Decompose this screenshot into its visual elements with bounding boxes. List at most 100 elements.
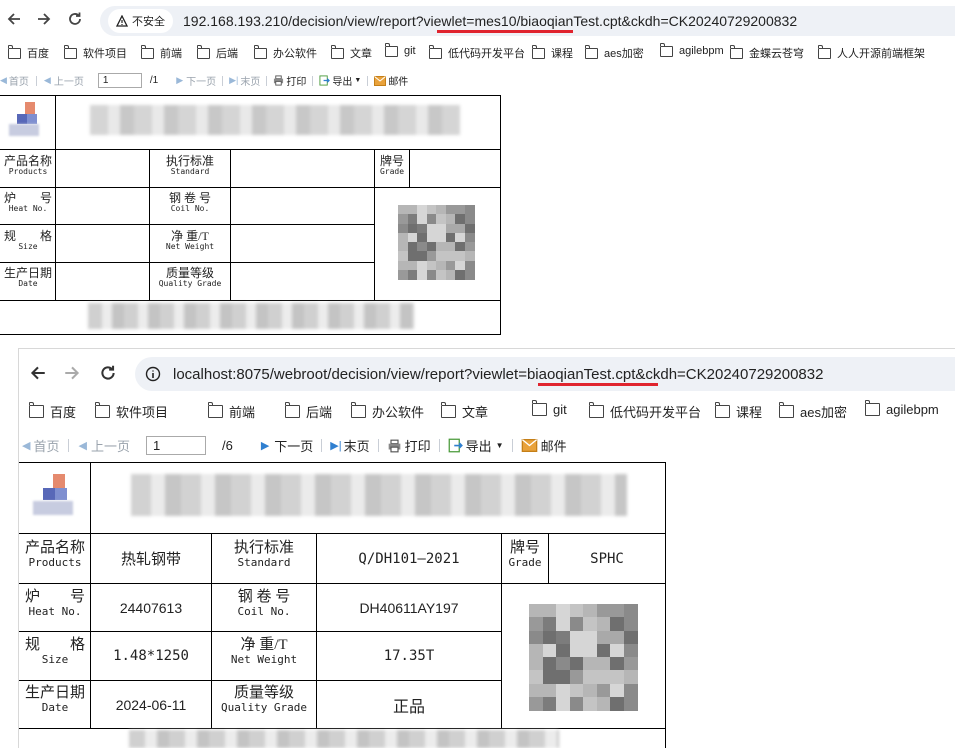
first-page-button[interactable]: ◀ 首页 bbox=[0, 73, 29, 88]
qr-pixel bbox=[445, 269, 456, 280]
qr-pixel bbox=[542, 630, 557, 645]
printer-icon bbox=[388, 439, 400, 452]
export-button[interactable]: 导出 ▼ bbox=[448, 436, 504, 455]
value-grade: SPHC bbox=[590, 550, 624, 567]
bookmark-item[interactable]: git bbox=[384, 42, 416, 57]
qr-pixel bbox=[529, 604, 543, 618]
bookmark-item[interactable]: 办公软件 bbox=[350, 402, 424, 421]
bookmark-item[interactable]: git bbox=[531, 400, 567, 417]
report-label-sheet: 产品名称 Products 执行标准 Standard 牌号 Grade 炉 号 Hea… bbox=[19, 462, 667, 748]
reload-button[interactable] bbox=[67, 11, 85, 29]
value-product: 热轧钢带 bbox=[120, 551, 181, 568]
bookmark-item[interactable]: agilebpm bbox=[659, 42, 724, 57]
bookmark-item[interactable]: aes加密 bbox=[778, 402, 847, 421]
bookmark-item[interactable]: 低代码开发平台 bbox=[588, 402, 701, 421]
bookmark-item[interactable]: 文章 bbox=[440, 402, 488, 421]
qr-pixel bbox=[569, 670, 584, 685]
next-page-button[interactable]: ▶ 下一页 bbox=[261, 436, 313, 455]
security-chip[interactable]: 不安全 bbox=[108, 9, 173, 33]
bookmark-item[interactable]: 文章 bbox=[330, 44, 372, 61]
qr-pixel bbox=[529, 657, 543, 671]
folder-icon bbox=[531, 400, 547, 416]
arrow-left-icon bbox=[30, 366, 45, 380]
folder-icon bbox=[253, 44, 267, 59]
export-button[interactable]: 导出 ▼ bbox=[319, 73, 361, 88]
qr-pixel bbox=[583, 670, 597, 685]
bookmarks-bar: 百度 软件项目 前端 后端 办公软件 文章 git 低代码开发平台 课程 aes加密 agilebp… bbox=[19, 399, 955, 423]
qr-pixel bbox=[556, 630, 570, 645]
next-page-button[interactable]: ▶ 下一页 bbox=[176, 73, 216, 88]
print-button[interactable]: 打印 bbox=[273, 73, 306, 88]
forward-button[interactable] bbox=[36, 11, 54, 29]
info-icon[interactable] bbox=[145, 366, 161, 382]
qr-pixel bbox=[464, 269, 475, 280]
bookmark-item[interactable]: 百度 bbox=[28, 402, 76, 421]
separator bbox=[321, 439, 323, 452]
mail-button[interactable]: 邮件 bbox=[521, 436, 567, 455]
url-text[interactable]: 192.168.193.210/decision/view/report?vie… bbox=[183, 13, 797, 29]
browser-window-local: localhost:8075/webroot/decision/view/rep… bbox=[18, 348, 955, 748]
page-input[interactable]: 1 bbox=[145, 436, 206, 455]
bookmark-item[interactable]: 后端 bbox=[196, 44, 238, 61]
bookmark-item[interactable]: 办公软件 bbox=[253, 44, 317, 61]
bookmark-item[interactable]: aes加密 bbox=[584, 44, 644, 61]
page-input[interactable]: 1 bbox=[97, 73, 142, 88]
prev-page-button[interactable]: ◀ 上一页 bbox=[44, 73, 84, 88]
qr-pixel bbox=[583, 696, 597, 711]
label-weight: 净 重/T Net Weight bbox=[230, 637, 298, 666]
footer-redacted bbox=[88, 303, 414, 329]
url-text[interactable]: localhost:8075/webroot/decision/view/rep… bbox=[173, 366, 823, 383]
forward-button[interactable] bbox=[63, 364, 83, 384]
qr-pixel bbox=[556, 683, 570, 698]
bookmark-item[interactable]: agilebpm bbox=[864, 400, 939, 417]
separator bbox=[68, 439, 70, 452]
mail-button[interactable]: 邮件 bbox=[374, 73, 408, 88]
bookmark-item[interactable]: 前端 bbox=[140, 44, 182, 61]
folder-icon bbox=[588, 402, 604, 418]
bookmark-item[interactable]: 课程 bbox=[714, 402, 762, 421]
bookmark-item[interactable]: 前端 bbox=[207, 402, 255, 421]
bookmark-item[interactable]: 课程 bbox=[531, 44, 573, 61]
label-size: 规 格 Size bbox=[24, 637, 85, 666]
warning-icon bbox=[116, 15, 128, 27]
bookmark-item[interactable]: 低代码开发平台 bbox=[428, 44, 525, 61]
prev-page-button[interactable]: ◀ 上一页 bbox=[78, 436, 129, 455]
qr-pixel bbox=[556, 617, 570, 632]
folder-icon bbox=[864, 400, 880, 416]
folder-icon bbox=[94, 402, 110, 418]
first-page-button[interactable]: ◀ 首页 bbox=[22, 436, 59, 455]
qr-pixel bbox=[542, 643, 557, 658]
qr-pixel bbox=[583, 643, 597, 658]
reload-button[interactable] bbox=[99, 364, 119, 384]
separator bbox=[312, 75, 314, 86]
bookmark-item[interactable]: 软件项目 bbox=[63, 44, 127, 61]
qr-pixel bbox=[398, 269, 408, 280]
qr-pixel bbox=[542, 604, 557, 618]
qr-pixel bbox=[610, 630, 624, 645]
print-button[interactable]: 打印 bbox=[387, 436, 431, 455]
export-icon bbox=[319, 75, 331, 86]
bookmark-item[interactable]: 金蝶云苍穹 bbox=[729, 44, 804, 61]
qr-pixel bbox=[623, 604, 638, 618]
last-page-icon: ▶| bbox=[229, 75, 239, 85]
separator bbox=[367, 75, 369, 86]
first-page-icon: ◀ bbox=[22, 440, 31, 452]
qr-pixel bbox=[583, 657, 597, 671]
qr-pixel bbox=[556, 643, 570, 658]
back-button[interactable] bbox=[6, 11, 24, 29]
back-button[interactable] bbox=[29, 364, 49, 384]
last-page-button[interactable]: ▶| 末页 bbox=[229, 73, 260, 88]
qr-pixel bbox=[556, 657, 570, 671]
qr-pixel bbox=[623, 617, 638, 632]
label-product: 产品名称 Products bbox=[24, 540, 85, 569]
bookmark-item[interactable]: 百度 bbox=[7, 44, 49, 61]
value-size: 1.48*1250 bbox=[113, 648, 189, 664]
qr-pixel bbox=[542, 696, 557, 711]
bookmark-item[interactable]: 后端 bbox=[284, 402, 332, 421]
qr-pixel bbox=[529, 683, 543, 698]
last-page-button[interactable]: ▶| 末页 bbox=[330, 436, 369, 455]
qr-pixel bbox=[426, 269, 437, 280]
folder-icon bbox=[778, 402, 794, 418]
bookmark-item[interactable]: 人人开源前端框架 bbox=[817, 44, 925, 61]
bookmark-item[interactable]: 软件项目 bbox=[94, 402, 168, 421]
